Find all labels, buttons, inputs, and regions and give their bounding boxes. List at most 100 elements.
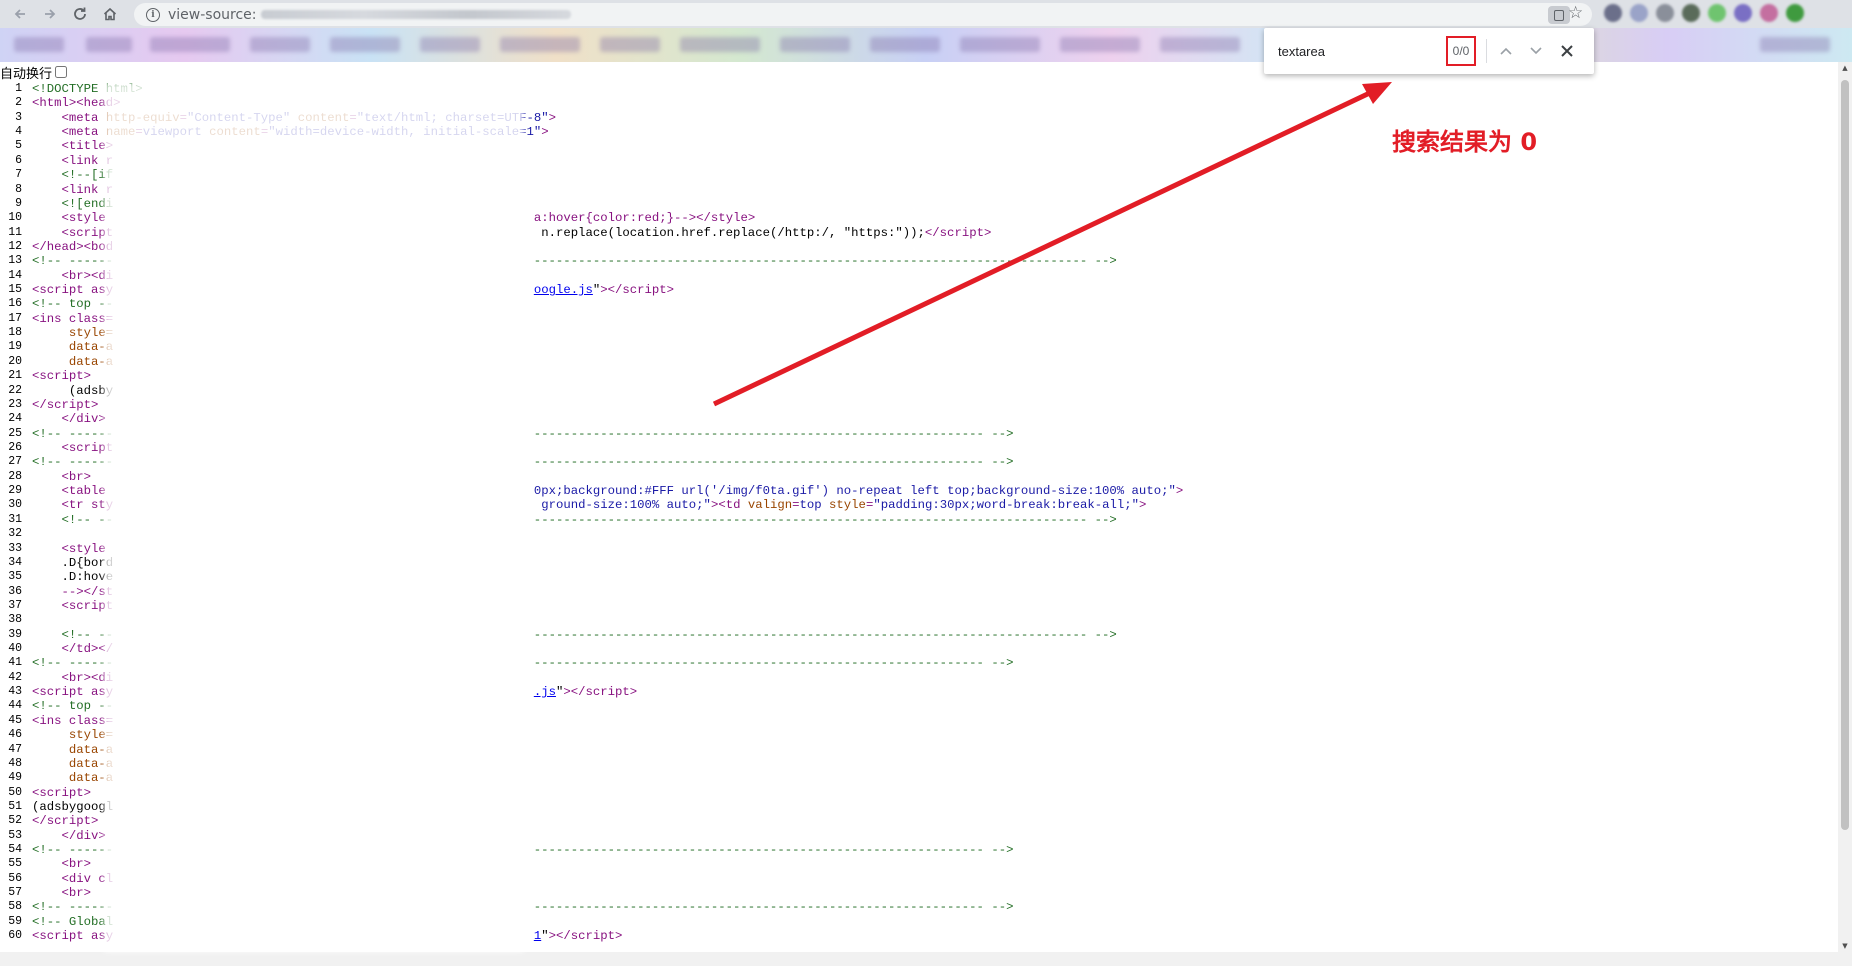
line-number: 36: [8, 584, 22, 598]
forward-button[interactable]: [38, 2, 62, 26]
find-close-button[interactable]: [1556, 40, 1578, 62]
line-number: 40: [8, 642, 22, 656]
line-number: 30: [8, 498, 22, 512]
info-icon[interactable]: i: [146, 7, 160, 22]
bookmark-item[interactable]: [960, 37, 1040, 52]
line-code: <ins class=: [32, 713, 114, 728]
scrollbar-thumb[interactable]: [1841, 80, 1849, 830]
line-number: 17: [8, 311, 22, 325]
extension-icon[interactable]: [1604, 4, 1622, 22]
line-code: data-a: [68, 756, 114, 771]
find-in-page-indicator[interactable]: [1548, 6, 1570, 24]
bookmark-item[interactable]: [330, 37, 400, 52]
line-number: 9: [15, 196, 22, 210]
find-next-button[interactable]: [1526, 41, 1546, 61]
reload-icon: [74, 7, 86, 20]
line-number: 51: [8, 799, 22, 813]
bookmark-item[interactable]: [680, 37, 760, 52]
line-code: data-a: [68, 771, 114, 786]
line-number: 57: [8, 886, 22, 900]
line-number: 12: [8, 239, 22, 253]
line-code: <ins class=: [32, 311, 114, 326]
line-number: 15: [8, 283, 22, 297]
line-number: 39: [8, 627, 22, 641]
horizontal-scrollbar[interactable]: [0, 952, 1852, 966]
line-code: <script>: [32, 785, 92, 800]
line-code: .D:hove: [32, 570, 114, 585]
find-divider: [1486, 39, 1487, 63]
arrow-left-icon: [14, 9, 25, 19]
extension-icon[interactable]: [1630, 4, 1648, 22]
line-number: 53: [8, 828, 22, 842]
scroll-down-arrow-icon[interactable]: ▼: [1841, 942, 1849, 950]
line-code: <br><di: [61, 268, 114, 283]
line-code: <style: [61, 541, 106, 556]
line-number: 8: [15, 182, 22, 196]
line-number: 6: [15, 153, 22, 167]
line-code: data-a: [68, 742, 114, 757]
line-number: 10: [8, 211, 22, 225]
line-wrap-label: 自动换行: [0, 66, 53, 82]
line-code: <!-- top --: [32, 699, 114, 714]
bookmark-item[interactable]: [1060, 37, 1140, 52]
reload-button[interactable]: [68, 2, 92, 26]
bookmark-item[interactable]: [250, 37, 310, 52]
browser-toolbar: i view-source: ☆: [0, 0, 1852, 28]
line-number: 1: [15, 82, 22, 95]
line-code: <script>: [32, 369, 92, 384]
find-previous-button[interactable]: [1496, 41, 1516, 61]
extension-icon[interactable]: [1786, 4, 1804, 22]
line-code: <link r: [61, 153, 114, 168]
line-number: 24: [8, 412, 22, 426]
line-code: .D{bord: [32, 555, 114, 570]
line-number: 59: [8, 914, 22, 928]
scroll-up-arrow-icon[interactable]: ▲: [1841, 64, 1849, 72]
line-number: 28: [8, 469, 22, 483]
line-number: 49: [8, 771, 22, 785]
line-number: 55: [8, 857, 22, 871]
bookmark-item[interactable]: [14, 37, 64, 52]
bookmark-item[interactable]: [1160, 37, 1240, 52]
line-number: 18: [8, 326, 22, 340]
bookmark-item[interactable]: [780, 37, 850, 52]
line-code: <div cl: [61, 871, 114, 886]
bookmark-item[interactable]: [1760, 37, 1830, 52]
line-code: </div>: [61, 828, 106, 843]
line-code: data-a: [68, 340, 114, 355]
line-number: 27: [8, 455, 22, 469]
bookmark-item[interactable]: [500, 37, 580, 52]
line-wrap-row: 自动换行: [0, 63, 68, 82]
bookmark-item[interactable]: [600, 37, 660, 52]
line-code: <title>: [61, 139, 114, 154]
line-number: 60: [8, 929, 22, 943]
url-redacted: [260, 10, 571, 19]
home-button[interactable]: [98, 2, 122, 26]
vertical-scrollbar[interactable]: ▲ ▼: [1838, 62, 1852, 952]
bookmark-item[interactable]: [86, 37, 132, 52]
line-code: (adsby: [32, 383, 114, 398]
line-code: <!-- top --: [32, 297, 114, 312]
line-number: 7: [15, 168, 22, 182]
find-result-count: 0/0: [1446, 36, 1476, 66]
bookmark-star-icon[interactable]: ☆: [1568, 3, 1583, 23]
line-number: 34: [8, 555, 22, 569]
extension-icon[interactable]: [1656, 4, 1674, 22]
line-number: 38: [8, 613, 22, 627]
url-prefix: view-source:: [168, 6, 257, 23]
bookmark-item[interactable]: [150, 37, 230, 52]
find-input[interactable]: [1278, 42, 1418, 60]
address-bar[interactable]: i view-source:: [134, 3, 1592, 26]
chevron-down-icon: [1530, 47, 1542, 55]
chevron-up-icon: [1500, 47, 1512, 55]
extension-icon[interactable]: [1734, 4, 1752, 22]
extension-icon[interactable]: [1760, 4, 1778, 22]
line-wrap-checkbox[interactable]: [55, 66, 68, 78]
line-code: --></st: [61, 584, 114, 599]
bookmark-item[interactable]: [870, 37, 940, 52]
line-number: 11: [8, 225, 22, 239]
back-button[interactable]: [8, 2, 32, 26]
extension-icon[interactable]: [1682, 4, 1700, 22]
extension-icon[interactable]: [1708, 4, 1726, 22]
bookmark-item[interactable]: [420, 37, 480, 52]
line-number: 58: [8, 900, 22, 914]
